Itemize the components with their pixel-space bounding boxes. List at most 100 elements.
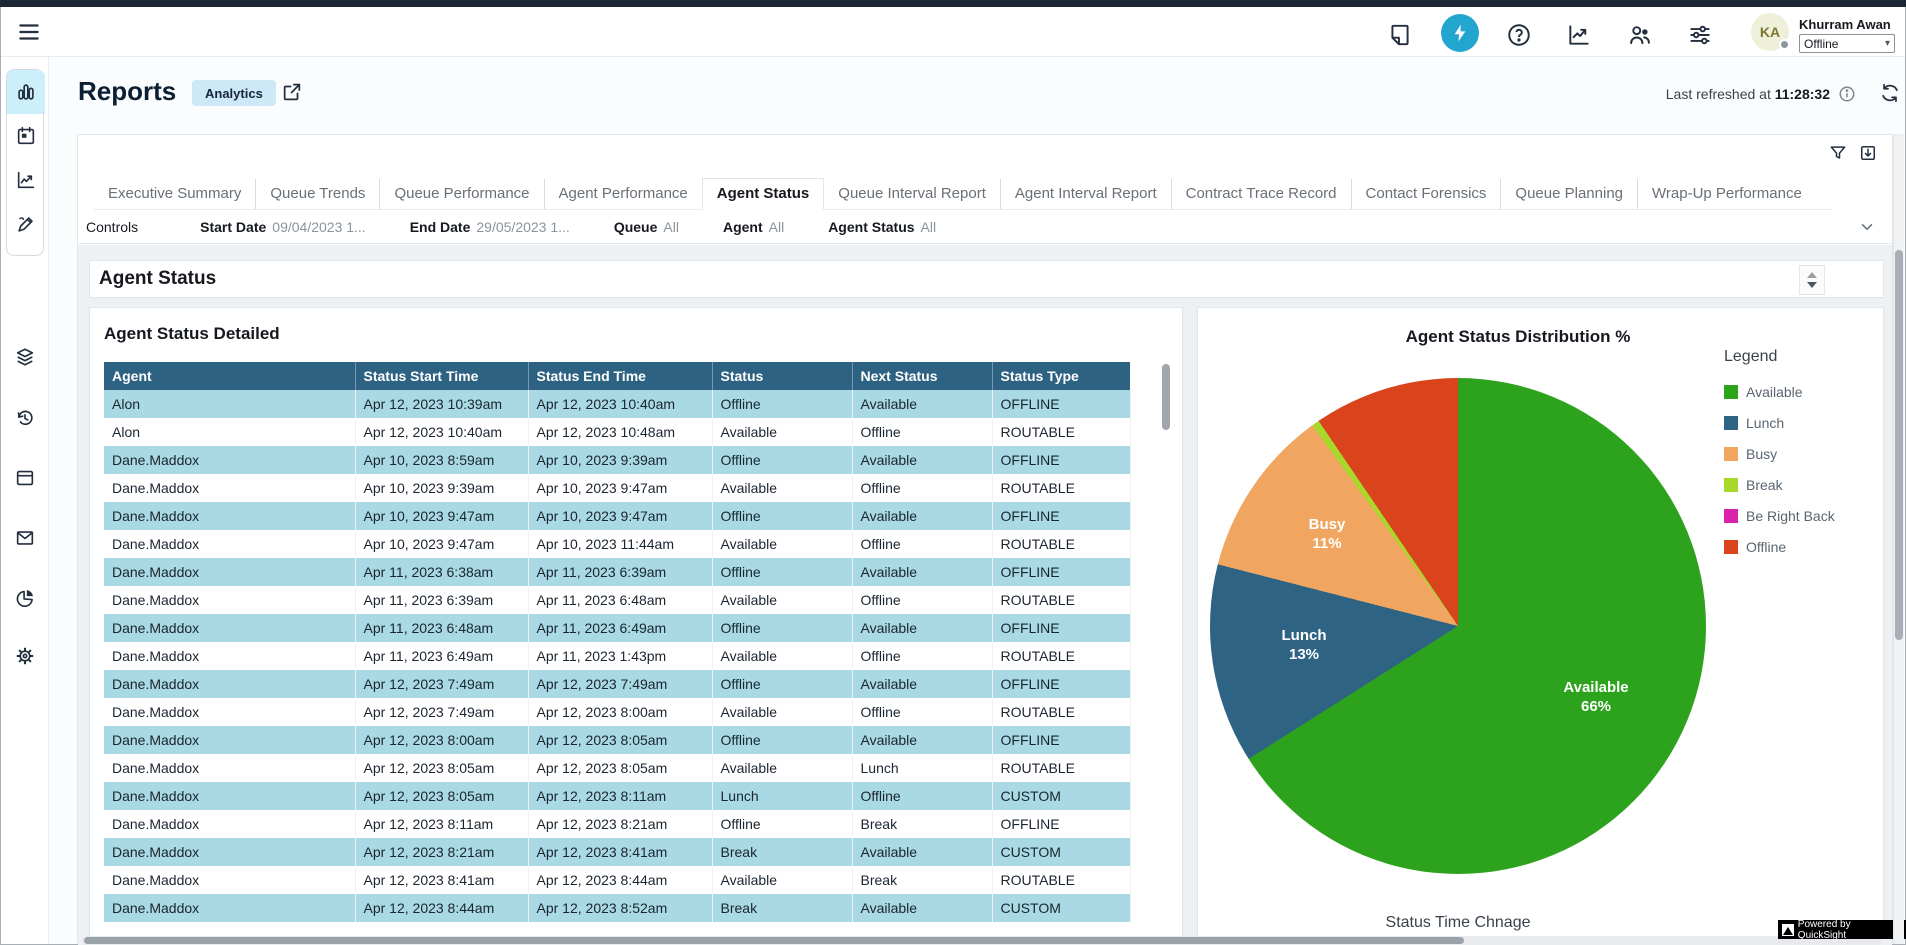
user-name: Khurram Awan (1799, 17, 1891, 32)
column-header[interactable]: Next Status (852, 362, 992, 390)
table-row[interactable]: Dane.MaddoxApr 12, 2023 8:41amApr 12, 20… (104, 866, 1130, 894)
column-header[interactable]: Status End Time (528, 362, 712, 390)
column-header[interactable]: Status Type (992, 362, 1130, 390)
table-cell: Apr 12, 2023 8:00am (355, 726, 528, 754)
page-scrollbar-thumb[interactable] (1895, 250, 1903, 640)
table-cell: Dane.Maddox (104, 726, 355, 754)
status-select[interactable]: Offline ▾ (1799, 34, 1895, 53)
horizontal-scrollbar-thumb[interactable] (84, 937, 1464, 944)
info-icon[interactable] (1838, 85, 1856, 103)
quicksight-logo-icon (1782, 924, 1794, 936)
table-row[interactable]: Dane.MaddoxApr 11, 2023 6:39amApr 11, 20… (104, 586, 1130, 614)
legend-item-offline[interactable]: Offline (1724, 539, 1835, 555)
table-cell: Apr 12, 2023 7:49am (355, 670, 528, 698)
tab-executive-summary[interactable]: Executive Summary (94, 179, 255, 209)
table-row[interactable]: Dane.MaddoxApr 12, 2023 8:44amApr 12, 20… (104, 894, 1130, 922)
table-row[interactable]: Dane.MaddoxApr 12, 2023 7:49amApr 12, 20… (104, 698, 1130, 726)
chevron-down-icon: ▾ (1885, 38, 1890, 49)
tab-queue-performance[interactable]: Queue Performance (379, 179, 543, 209)
sidebar-item-schedule[interactable] (7, 114, 45, 158)
table-row[interactable]: Dane.MaddoxApr 12, 2023 8:11amApr 12, 20… (104, 810, 1130, 838)
download-icon[interactable] (1858, 143, 1878, 163)
tab-agent-status[interactable]: Agent Status (702, 178, 825, 210)
tasks-lightning-icon[interactable] (1441, 14, 1479, 52)
sliders-icon[interactable] (1687, 22, 1713, 48)
table-row[interactable]: Dane.MaddoxApr 10, 2023 9:39amApr 10, 20… (104, 474, 1130, 502)
column-header[interactable]: Status (712, 362, 852, 390)
tab-agent-performance[interactable]: Agent Performance (544, 179, 702, 209)
spinner-down-icon[interactable] (1807, 282, 1817, 288)
table-cell: Apr 12, 2023 10:40am (528, 390, 712, 418)
table-cell: Apr 10, 2023 9:47am (355, 502, 528, 530)
table-row[interactable]: Dane.MaddoxApr 11, 2023 6:38amApr 11, 20… (104, 558, 1130, 586)
tab-contract-trace-record[interactable]: Contract Trace Record (1171, 179, 1351, 209)
table-row[interactable]: Dane.MaddoxApr 12, 2023 7:49amApr 12, 20… (104, 670, 1130, 698)
pie-chart-icon (14, 587, 36, 609)
sheet-spinner[interactable] (1799, 265, 1825, 295)
gear-icon (14, 645, 36, 667)
controls-collapse-chevron-icon[interactable] (1858, 218, 1876, 236)
mail-icon (14, 527, 36, 549)
control-filter-queue[interactable]: QueueAll (614, 219, 679, 235)
sidebar-item-history[interactable] (1, 396, 49, 440)
legend-item-lunch[interactable]: Lunch (1724, 415, 1835, 431)
table-cell: Dane.Maddox (104, 502, 355, 530)
users-icon[interactable] (1627, 22, 1653, 48)
note-icon[interactable] (1387, 22, 1413, 48)
legend-item-be-right-back[interactable]: Be Right Back (1724, 508, 1835, 524)
tab-queue-trends[interactable]: Queue Trends (255, 179, 379, 209)
table-vertical-scrollbar[interactable] (1162, 364, 1170, 430)
table-row[interactable]: Dane.MaddoxApr 10, 2023 9:47amApr 10, 20… (104, 530, 1130, 558)
sidebar-item-pie-reports[interactable] (1, 576, 49, 620)
table-row[interactable]: Dane.MaddoxApr 11, 2023 6:48amApr 11, 20… (104, 614, 1130, 642)
table-row[interactable]: Dane.MaddoxApr 10, 2023 8:59amApr 10, 20… (104, 446, 1130, 474)
sidebar-item-settings[interactable] (1, 634, 49, 678)
sidebar-item-mail[interactable] (1, 516, 49, 560)
table-panel: Agent Status Detailed AgentStatus Start … (89, 307, 1183, 937)
tab-wrap-up-performance[interactable]: Wrap-Up Performance (1637, 179, 1816, 209)
table-row[interactable]: Dane.MaddoxApr 12, 2023 8:05amApr 12, 20… (104, 754, 1130, 782)
sidebar-item-dashboards[interactable] (7, 70, 45, 114)
table-row[interactable]: Dane.MaddoxApr 12, 2023 8:00amApr 12, 20… (104, 726, 1130, 754)
table-cell: Available (712, 698, 852, 726)
menu-icon[interactable] (16, 19, 42, 45)
table-row[interactable]: Dane.MaddoxApr 12, 2023 8:21amApr 12, 20… (104, 838, 1130, 866)
refresh-icon[interactable] (1879, 82, 1901, 104)
legend-item-busy[interactable]: Busy (1724, 446, 1835, 462)
sidebar-item-layers[interactable] (1, 335, 49, 379)
sidebar-item-window[interactable] (1, 456, 49, 500)
table-row[interactable]: AlonApr 12, 2023 10:39amApr 12, 2023 10:… (104, 390, 1130, 418)
tab-queue-planning[interactable]: Queue Planning (1500, 179, 1637, 209)
status-select-value: Offline (1804, 37, 1838, 51)
column-header[interactable]: Status Start Time (355, 362, 528, 390)
legend-item-available[interactable]: Available (1724, 384, 1835, 400)
tab-queue-interval-report[interactable]: Queue Interval Report (824, 179, 1000, 209)
sidebar-item-annotate[interactable] (7, 202, 45, 246)
table-row[interactable]: AlonApr 12, 2023 10:40amApr 12, 2023 10:… (104, 418, 1130, 446)
sidebar-item-metrics[interactable] (7, 158, 45, 202)
table-row[interactable]: Dane.MaddoxApr 10, 2023 9:47amApr 10, 20… (104, 502, 1130, 530)
table-row[interactable]: Dane.MaddoxApr 12, 2023 8:05amApr 12, 20… (104, 782, 1130, 810)
table-row[interactable]: Dane.MaddoxApr 11, 2023 6:49amApr 11, 20… (104, 642, 1130, 670)
agent-status-table: AgentStatus Start TimeStatus End TimeSta… (104, 362, 1131, 922)
tab-agent-interval-report[interactable]: Agent Interval Report (1000, 179, 1171, 209)
external-link-icon[interactable] (281, 81, 303, 103)
pie-chart[interactable] (1210, 378, 1706, 874)
filter-icon[interactable] (1828, 143, 1848, 163)
tab-contact-forensics[interactable]: Contact Forensics (1351, 179, 1501, 209)
metrics-icon[interactable] (1566, 22, 1592, 48)
control-filter-agent[interactable]: AgentAll (723, 219, 784, 235)
control-filter-start-date[interactable]: Start Date09/04/2023 1... (200, 219, 366, 235)
column-header[interactable]: Agent (104, 362, 355, 390)
page-scrollbar (1893, 134, 1904, 944)
control-filter-agent-status[interactable]: Agent StatusAll (828, 219, 936, 235)
spinner-up-icon[interactable] (1807, 272, 1817, 278)
table-cell: Apr 12, 2023 10:48am (528, 418, 712, 446)
table-cell: Dane.Maddox (104, 530, 355, 558)
table-cell: Offline (852, 586, 992, 614)
legend-item-break[interactable]: Break (1724, 477, 1835, 493)
analytics-badge[interactable]: Analytics (192, 80, 276, 106)
control-filter-end-date[interactable]: End Date29/05/2023 1... (410, 219, 570, 235)
table-cell: Offline (712, 446, 852, 474)
help-icon[interactable] (1506, 22, 1532, 48)
